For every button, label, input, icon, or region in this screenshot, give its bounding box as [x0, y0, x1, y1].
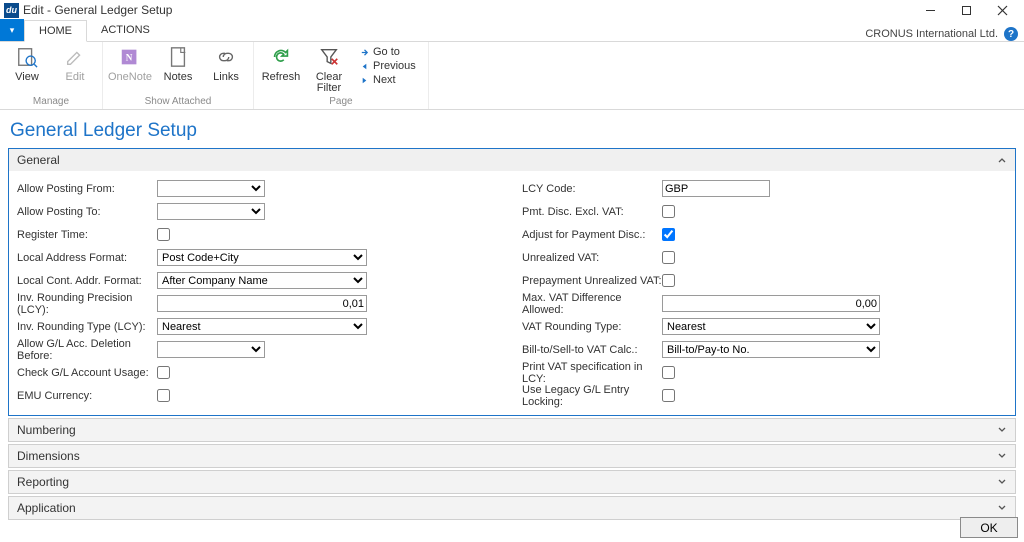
fasttab-numbering: Numbering [8, 418, 1016, 442]
fasttab-reporting: Reporting [8, 470, 1016, 494]
chevron-down-icon [997, 425, 1007, 435]
chevron-up-icon [997, 155, 1007, 165]
fasttab-header-reporting[interactable]: Reporting [9, 471, 1015, 493]
system-menu[interactable]: ▾ [0, 19, 24, 41]
field-label: Inv. Rounding Type (LCY): [17, 321, 157, 333]
notes-button[interactable]: Notes [157, 44, 199, 83]
field-label: Print VAT specification in LCY: [522, 361, 662, 385]
view-button[interactable]: View [6, 44, 48, 83]
maximize-button[interactable] [948, 0, 984, 20]
page-title: General Ledger Setup [0, 110, 1024, 148]
field-label: Unrealized VAT: [522, 252, 662, 264]
adjust-for-payment-disc-checkbox[interactable] [662, 228, 675, 241]
use-legacy-gl-entry-locking-checkbox[interactable] [662, 389, 675, 402]
chevron-down-icon [997, 477, 1007, 487]
ribbon-group-manage: View Edit Manage [0, 42, 103, 109]
next-link[interactable]: Next [360, 74, 416, 86]
fasttab-general: General Allow Posting From: Allow Postin… [8, 148, 1016, 416]
fasttab-header-application[interactable]: Application [9, 497, 1015, 519]
max-vat-difference-field[interactable] [662, 295, 880, 312]
fasttab-header-numbering[interactable]: Numbering [9, 419, 1015, 441]
help-icon[interactable]: ? [1004, 27, 1018, 41]
field-label: Allow Posting To: [17, 206, 157, 218]
clear-filter-button[interactable]: Clear Filter [308, 44, 350, 94]
close-button[interactable] [984, 0, 1020, 20]
print-vat-spec-lcy-checkbox[interactable] [662, 366, 675, 379]
field-label: Allow G/L Acc. Deletion Before: [17, 338, 157, 362]
field-label: Bill-to/Sell-to VAT Calc.: [522, 344, 662, 356]
field-label: LCY Code: [522, 183, 662, 195]
register-time-checkbox[interactable] [157, 228, 170, 241]
ok-button[interactable]: OK [960, 517, 1018, 538]
clear-filter-icon [316, 44, 342, 70]
allow-posting-from-field[interactable] [157, 180, 265, 197]
lcy-code-field[interactable] [662, 180, 770, 197]
local-cont-addr-format-field[interactable]: After Company Name [157, 272, 367, 289]
emu-currency-checkbox[interactable] [157, 389, 170, 402]
goto-link[interactable]: Go to [360, 46, 416, 58]
previous-link[interactable]: Previous [360, 60, 416, 72]
svg-text:N: N [126, 53, 133, 63]
pmt-disc-excl-vat-checkbox[interactable] [662, 205, 675, 218]
app-icon: dи [4, 3, 19, 18]
refresh-button[interactable]: Refresh [260, 44, 302, 83]
edit-button[interactable]: Edit [54, 44, 96, 83]
field-label: Use Legacy G/L Entry Locking: [522, 384, 662, 408]
edit-icon [62, 44, 88, 70]
window-titlebar: dи Edit - General Ledger Setup [0, 0, 1024, 20]
onenote-icon: N [117, 44, 143, 70]
field-label: Pmt. Disc. Excl. VAT: [522, 206, 662, 218]
links-button[interactable]: Links [205, 44, 247, 83]
local-address-format-field[interactable]: Post Code+City [157, 249, 367, 266]
bill-to-sell-to-vat-calc-field[interactable]: Bill-to/Pay-to No. [662, 341, 880, 358]
window-title: Edit - General Ledger Setup [23, 3, 172, 17]
check-gl-account-usage-checkbox[interactable] [157, 366, 170, 379]
ribbon-group-label: Page [329, 96, 352, 109]
field-label: Local Cont. Addr. Format: [17, 275, 157, 287]
field-label: Register Time: [17, 229, 157, 241]
ribbon-tabs: ▾ HOME ACTIONS CRONUS International Ltd.… [0, 20, 1024, 42]
field-label: Inv. Rounding Precision (LCY): [17, 292, 157, 316]
notes-icon [165, 44, 191, 70]
tab-actions[interactable]: ACTIONS [87, 19, 165, 41]
field-label: Local Address Format: [17, 252, 157, 264]
tab-home[interactable]: HOME [24, 20, 87, 42]
chevron-down-icon [997, 451, 1007, 461]
unrealized-vat-checkbox[interactable] [662, 251, 675, 264]
ribbon-group-show-attached: N OneNote Notes Links Show Attached [103, 42, 254, 109]
field-label: EMU Currency: [17, 390, 157, 402]
field-label: Max. VAT Difference Allowed: [522, 292, 662, 316]
footer: OK [960, 517, 1018, 538]
inv-rounding-precision-field[interactable] [157, 295, 367, 312]
view-icon [14, 44, 40, 70]
chevron-down-icon [997, 503, 1007, 513]
allow-posting-to-field[interactable] [157, 203, 265, 220]
field-label: VAT Rounding Type: [522, 321, 662, 333]
fasttab-header-dimensions[interactable]: Dimensions [9, 445, 1015, 467]
field-label: Check G/L Account Usage: [17, 367, 157, 379]
fasttab-dimensions: Dimensions [8, 444, 1016, 468]
ribbon-group-label: Show Attached [145, 96, 212, 109]
general-left-column: Allow Posting From: Allow Posting To: Re… [17, 179, 502, 405]
inv-rounding-type-field[interactable]: Nearest [157, 318, 367, 335]
ribbon-group-label: Manage [33, 96, 69, 109]
onenote-button[interactable]: N OneNote [109, 44, 151, 83]
prepayment-unrealized-vat-checkbox[interactable] [662, 274, 675, 287]
fasttab-header-general[interactable]: General [9, 149, 1015, 171]
vat-rounding-type-field[interactable]: Nearest [662, 318, 880, 335]
refresh-icon [268, 44, 294, 70]
links-icon [213, 44, 239, 70]
minimize-button[interactable] [912, 0, 948, 20]
field-label: Allow Posting From: [17, 183, 157, 195]
fasttab-application: Application [8, 496, 1016, 520]
field-label: Prepayment Unrealized VAT: [522, 275, 662, 287]
ribbon: View Edit Manage N OneNote Notes Links S… [0, 42, 1024, 110]
field-label: Adjust for Payment Disc.: [522, 229, 662, 241]
ribbon-group-page: Refresh Clear Filter Go to Previous Next… [254, 42, 429, 109]
company-name: CRONUS International Ltd. [865, 28, 998, 40]
allow-gl-deletion-before-field[interactable] [157, 341, 265, 358]
general-right-column: LCY Code: Pmt. Disc. Excl. VAT: Adjust f… [522, 179, 1007, 405]
